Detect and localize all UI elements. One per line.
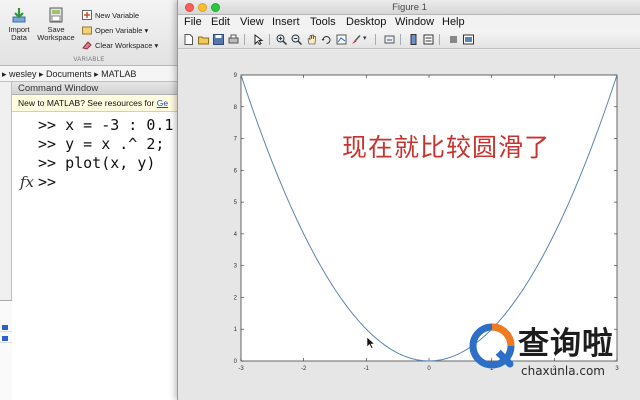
y-tick-label: 5	[234, 200, 238, 206]
import-data-label: Import Data	[8, 25, 30, 42]
clear-workspace-button[interactable]: Clear Workspace ▾	[82, 39, 158, 53]
open-file-icon[interactable]	[198, 34, 209, 45]
watermark-url: chaxunla.com	[521, 364, 605, 378]
menu-insert[interactable]: Insert	[272, 15, 300, 30]
zoom-in-icon[interactable]	[276, 34, 287, 45]
y-tick-label: 3	[234, 264, 238, 270]
new-figure-icon[interactable]	[183, 34, 194, 45]
notice-text: New to MATLAB? See resources for	[18, 98, 157, 108]
x-tick-label: 0	[427, 366, 431, 372]
matlab-resources-notice: New to MATLAB? See resources for Ge	[12, 95, 178, 112]
open-variable-button[interactable]: Open Variable ▾	[82, 24, 148, 38]
import-data-icon	[12, 8, 26, 23]
insert-legend-icon[interactable]	[423, 34, 434, 45]
new-variable-icon	[82, 10, 92, 20]
mouse-cursor-icon	[366, 336, 376, 349]
zoom-out-icon[interactable]	[291, 34, 302, 45]
save-workspace-icon	[49, 7, 63, 23]
menu-help[interactable]: Help	[442, 15, 465, 30]
menu-tools[interactable]: Tools	[310, 15, 336, 30]
menu-edit[interactable]: Edit	[211, 15, 230, 30]
ribbon-group-label: VARIABLE	[73, 57, 105, 63]
y-tick-label: 7	[234, 137, 238, 143]
x-tick-label: -1	[364, 366, 370, 372]
y-tick-label: 6	[234, 168, 238, 174]
command-window-body[interactable]: >> x = -3 : 0.1 >> y = x .^ 2; >> plot(x…	[12, 112, 178, 400]
menu-window[interactable]: Window	[395, 15, 434, 30]
function-browser-icon[interactable]: fx	[20, 173, 34, 191]
screen: Import Data Save Workspace New Variable …	[0, 0, 640, 400]
save-workspace-label: Save Workspace	[37, 25, 75, 42]
y-tick-label: 0	[234, 359, 238, 365]
save-figure-icon[interactable]	[213, 34, 224, 45]
workspace-panel-edge	[0, 300, 12, 400]
menu-desktop[interactable]: Desktop	[346, 15, 386, 30]
command-line: >> x = -3 : 0.1	[38, 116, 174, 134]
chevron-down-icon: ▾	[152, 41, 159, 50]
x-tick-label: -3	[238, 366, 244, 372]
toolbar-separator	[375, 34, 376, 45]
y-tick-label: 9	[234, 73, 238, 79]
getting-started-link[interactable]: Ge	[157, 98, 168, 108]
variable-icon	[2, 325, 8, 330]
new-variable-button[interactable]: New Variable	[82, 9, 139, 23]
figure-title: Figure 1	[392, 2, 427, 13]
menu-view[interactable]: View	[240, 15, 264, 30]
show-plot-tools-icon[interactable]	[463, 34, 474, 45]
open-variable-label: Open Variable	[95, 26, 143, 35]
y-tick-label: 1	[234, 327, 238, 333]
toolbar-separator	[269, 34, 270, 45]
new-variable-label: New Variable	[95, 11, 140, 20]
toolbar-separator	[244, 34, 245, 45]
brush-data-icon[interactable]	[350, 34, 361, 45]
workspace-item[interactable]	[0, 323, 12, 332]
toolbar-separator	[439, 34, 440, 45]
pan-hand-icon[interactable]	[306, 34, 317, 45]
matlab-main-window: Import Data Save Workspace New Variable …	[0, 0, 178, 400]
current-folder-path[interactable]: ▸ wesley ▸ Documents ▸ MATLAB	[0, 66, 178, 82]
open-variable-icon	[82, 26, 92, 35]
clear-workspace-icon	[82, 41, 92, 50]
y-tick-label: 4	[234, 232, 238, 238]
figure-title-bar: Figure 1	[178, 0, 640, 15]
link-plot-icon[interactable]	[384, 34, 395, 45]
clear-workspace-label: Clear Workspace	[95, 41, 153, 50]
chevron-down-icon: ▾	[142, 26, 149, 35]
save-workspace-button[interactable]: Save Workspace	[36, 6, 76, 42]
chaxunla-logo-icon	[469, 323, 515, 369]
command-line: >> y = x .^ 2;	[38, 135, 165, 153]
print-figure-icon[interactable]	[228, 34, 239, 45]
figure-menubar: File Edit View Insert Tools Desktop Wind…	[178, 15, 640, 30]
import-data-button[interactable]: Import Data	[4, 6, 34, 42]
command-line: >> plot(x, y)	[38, 154, 156, 172]
chevron-down-icon[interactable]: ▾	[363, 34, 367, 42]
watermark-brand: 查询啦	[518, 326, 614, 362]
y-tick-label: 2	[234, 295, 238, 301]
pointer-arrow-icon[interactable]	[253, 34, 264, 45]
menu-file[interactable]: File	[184, 15, 202, 30]
command-window-title: Command Window	[12, 82, 178, 95]
annotation-caption: 现在就比较圆滑了	[342, 133, 551, 162]
data-cursor-icon[interactable]	[336, 34, 347, 45]
hide-plot-tools-icon[interactable]	[448, 34, 459, 45]
variable-icon	[2, 336, 8, 341]
command-prompt[interactable]: >>	[38, 173, 56, 191]
insert-colorbar-icon[interactable]	[408, 34, 419, 45]
x-tick-label: -2	[301, 366, 307, 372]
figure-toolbar: ▾	[178, 30, 640, 49]
workspace-item[interactable]	[0, 334, 12, 343]
y-tick-label: 8	[234, 105, 238, 111]
ribbon-toolstrip: Import Data Save Workspace New Variable …	[0, 0, 178, 66]
toolbar-separator	[400, 34, 401, 45]
chaxunla-watermark: 查询啦 chaxunla.com	[466, 318, 640, 384]
rotate-3d-icon[interactable]	[321, 34, 332, 45]
